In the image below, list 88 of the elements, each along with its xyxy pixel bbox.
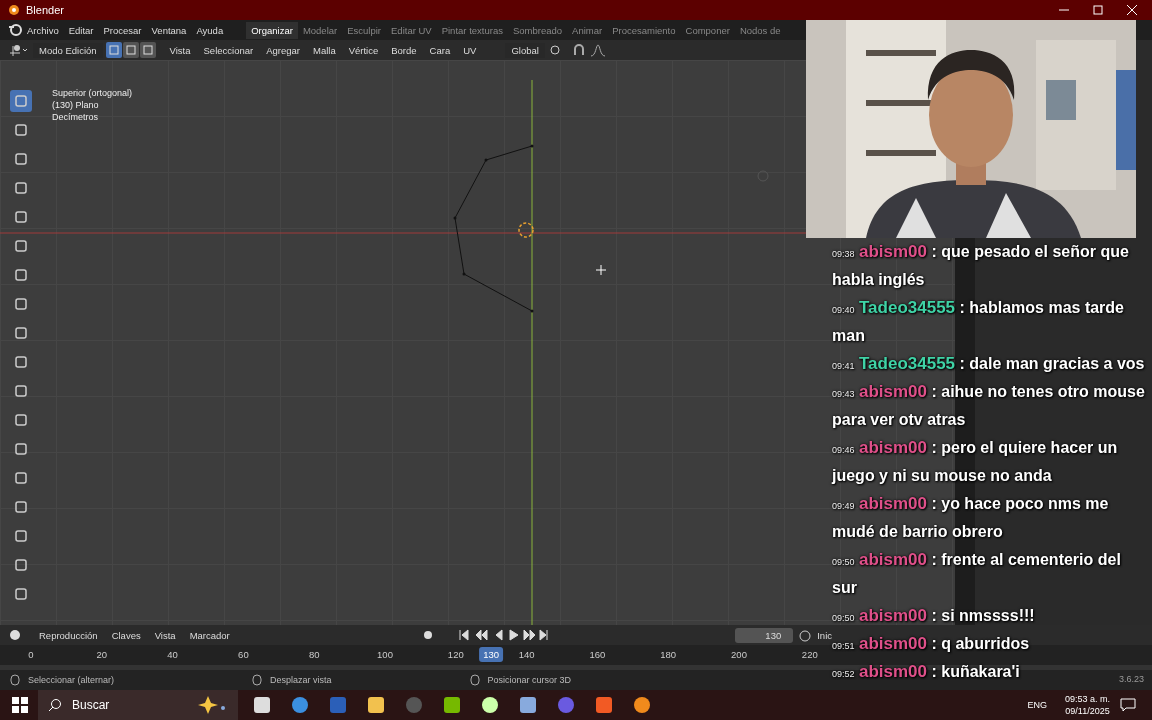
- sparkle-icon: [198, 696, 228, 714]
- ruler-label: 160: [589, 649, 606, 660]
- app-icon[interactable]: [632, 695, 652, 715]
- select-mode-icon[interactable]: [139, 42, 156, 58]
- menu-item[interactable]: Vista: [164, 44, 196, 56]
- workspace-tab[interactable]: Procesamiento: [607, 21, 681, 39]
- ruler-label: 40: [167, 649, 178, 660]
- workspace-tab[interactable]: Editar UV: [386, 21, 437, 39]
- workspace-tab[interactable]: Pintar texturas: [436, 21, 508, 39]
- menu-item[interactable]: Reproducción: [34, 629, 103, 641]
- menu-item[interactable]: Editar: [63, 24, 99, 36]
- status-hint: Seleccionar (alternar): [28, 675, 115, 685]
- ruler-label: 220: [801, 649, 818, 660]
- maximize-icon[interactable]: [1092, 4, 1104, 16]
- proportional-icon[interactable]: [589, 43, 606, 57]
- status-hint: Desplazar vista: [270, 675, 332, 685]
- ruler-label: 100: [377, 649, 393, 660]
- ruler-label: 140: [518, 649, 535, 660]
- windows-logo-icon[interactable]: [12, 697, 28, 713]
- app-icon[interactable]: [442, 695, 462, 715]
- stopwatch-icon[interactable]: [797, 628, 814, 642]
- menu-item[interactable]: Vértice: [343, 44, 384, 56]
- version-label: 3.6.23: [1118, 674, 1144, 684]
- start-frame-field[interactable]: Inic: [817, 629, 832, 641]
- clock-date[interactable]: 09/11/2025: [1065, 705, 1110, 717]
- menu-item[interactable]: Claves: [106, 629, 146, 641]
- blender-logo-icon[interactable]: [8, 23, 22, 37]
- frame-field[interactable]: 130: [735, 627, 794, 643]
- menu-item[interactable]: Ventana: [146, 24, 192, 36]
- tool-icon[interactable]: [10, 90, 32, 112]
- ruler-label: 120: [447, 649, 464, 660]
- menu-item[interactable]: UV: [458, 44, 482, 56]
- search-icon: [48, 698, 62, 712]
- menu-item[interactable]: Archivo: [22, 24, 64, 36]
- chat-message: 09:50 abism00 : si nmssss!!!: [832, 605, 1035, 627]
- playhead[interactable]: 130: [479, 647, 504, 662]
- select-mode-icon[interactable]: [105, 42, 122, 58]
- chat-message: 09:52 abism00 : kuñakara'i: [832, 661, 1020, 683]
- window-title: Blender: [26, 4, 64, 16]
- workspace-tab[interactable]: Esculpir: [342, 21, 386, 39]
- chat-message: 09:41 Tadeo34555 : dale man gracias a vos: [832, 353, 1145, 375]
- ruler-label: 0: [28, 649, 34, 660]
- menu-item[interactable]: Seleccionar: [198, 44, 259, 56]
- menu-item[interactable]: Procesar: [98, 24, 147, 36]
- menu-item[interactable]: Malla: [307, 44, 341, 56]
- mouse-icon: [252, 674, 263, 686]
- viewport-info: Superior (ortogonal): [52, 88, 133, 98]
- mouse-icon: [469, 674, 480, 686]
- workspace-tab[interactable]: Sombreado: [507, 21, 568, 39]
- workspace-tab[interactable]: Organizar: [246, 21, 298, 39]
- ruler-label: 80: [308, 649, 320, 660]
- workspace-tab[interactable]: Animar: [567, 21, 608, 39]
- chat-message: 09:46 abism00 : pero el quiere hacer un juego y ni su mouse no anda: [832, 437, 1119, 486]
- editor-type-icon[interactable]: [8, 43, 30, 57]
- app-icon[interactable]: [518, 695, 538, 715]
- app-icon[interactable]: [290, 695, 310, 715]
- chat-message: 09:40 Tadeo34555 : hablamos mas tarde man: [832, 297, 1125, 346]
- status-hint: Posicionar cursor 3D: [487, 675, 572, 685]
- menu-item[interactable]: Ayuda: [191, 24, 229, 36]
- ruler-label: 20: [96, 649, 108, 660]
- ruler-label: 180: [660, 649, 677, 660]
- select-mode-icon[interactable]: [122, 42, 139, 58]
- app-logo-icon: [6, 3, 20, 17]
- workspace-tab[interactable]: Modelar: [297, 21, 343, 39]
- app-icon[interactable]: [556, 695, 576, 715]
- menu-item[interactable]: Marcador: [184, 629, 235, 641]
- workspace-tab[interactable]: Componer: [680, 21, 735, 39]
- menu-item[interactable]: Vista: [149, 629, 181, 641]
- workspace-tab[interactable]: Nodos de: [734, 21, 786, 39]
- clock-time[interactable]: 09:53 a. m.: [1064, 693, 1110, 705]
- menu-item[interactable]: Borde: [386, 44, 422, 56]
- menu-item[interactable]: Cara: [424, 44, 456, 56]
- chat-message: 09:50 abism00 : frente al cementerio del sur: [832, 549, 1122, 598]
- viewport-info: Decímetros: [52, 112, 99, 122]
- search-input[interactable]: Buscar: [70, 697, 190, 713]
- language-indicator[interactable]: ENG: [1027, 700, 1047, 710]
- notification-icon[interactable]: [1120, 697, 1136, 713]
- search-bar[interactable]: Buscar: [38, 690, 238, 720]
- viewport-info: (130) Plano: [52, 100, 100, 110]
- chat-message: 09:51 abism00 : q aburridos: [832, 633, 1030, 655]
- menu-item[interactable]: Agregar: [261, 44, 305, 56]
- close-icon[interactable]: [1126, 4, 1138, 16]
- chat-message: 09:43 abism00 : aihue no tenes otro mouse para ver otv atras: [832, 381, 1146, 430]
- mouse-icon: [10, 674, 20, 686]
- ruler-label: 200: [731, 649, 747, 660]
- chat-message: 09:49 abism00 : yo hace poco nms me mudé de barrio obrero: [832, 493, 1110, 542]
- chat-message: 09:38 abism00 : que pesado el señor que habla inglés: [832, 241, 1130, 290]
- ruler-label: 60: [238, 649, 249, 660]
